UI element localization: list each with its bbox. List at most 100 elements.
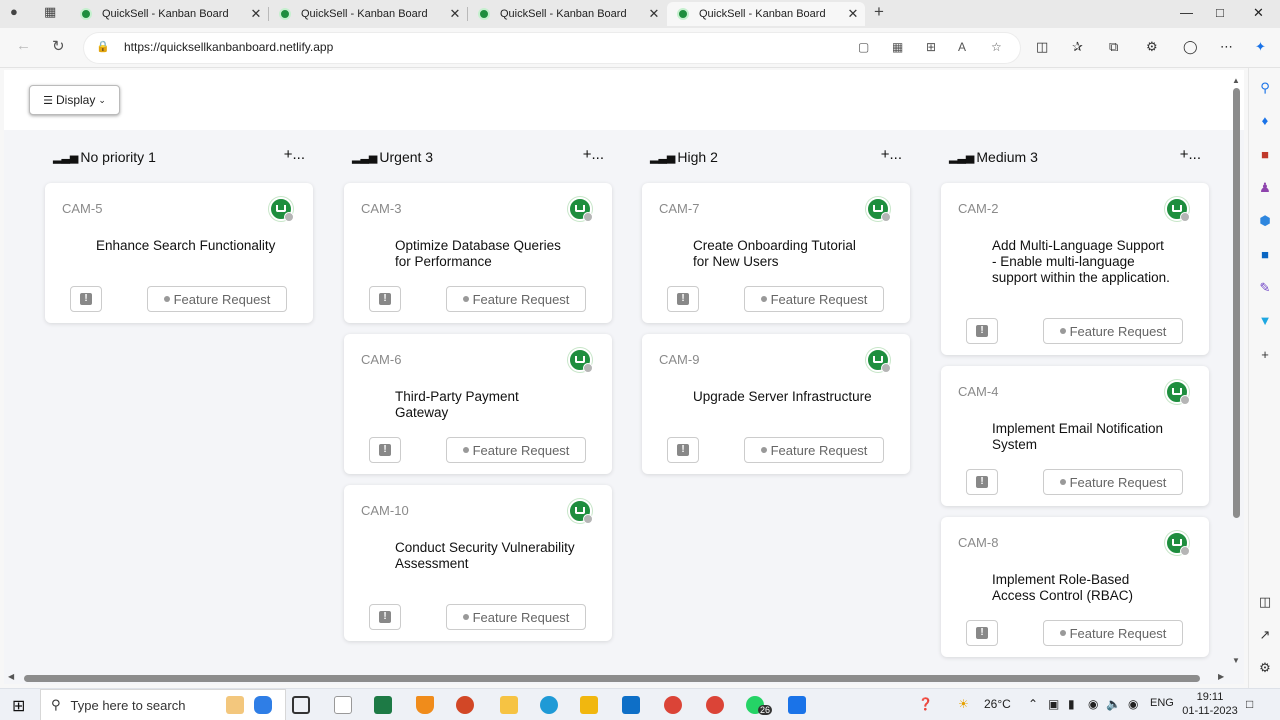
chevron-up-icon[interactable]: ⌃ [1028,697,1038,711]
explorer-icon[interactable] [500,696,518,714]
powerpoint-icon[interactable] [456,696,474,714]
browser-tab[interactable]: QuickSell - Kanban Board ✕ [269,2,467,26]
tab-close-icon[interactable]: ✕ [248,6,264,22]
excel-icon[interactable] [374,696,392,714]
favorite-star-icon[interactable]: ☆ [991,40,1002,54]
taskbar-search-box[interactable]: ⚲ Type here to search [40,689,286,720]
split-screen-icon[interactable]: ◫ [1036,39,1048,55]
tab-close-icon[interactable]: ✕ [447,6,463,22]
tools-icon[interactable]: ■ [1257,147,1273,163]
ticket-card[interactable]: CAM-2 Add Multi-Language Support - Enabl… [941,183,1209,355]
collections-icon[interactable]: ⧉ [1109,39,1118,55]
widget-icon[interactable] [254,696,272,714]
favorites-icon[interactable]: ✰ [1072,39,1083,55]
ticket-card[interactable]: CAM-3 Optimize Database Queries for Perf… [344,183,612,323]
back-icon[interactable]: ← [16,37,31,54]
qr-code-icon[interactable]: ▦ [892,40,903,54]
add-sidebar-app-icon[interactable]: + [1257,347,1273,363]
volume-icon[interactable]: 🔈 [1106,697,1121,711]
add-card-button[interactable]: +... [1180,146,1201,163]
edge-icon[interactable] [540,696,558,714]
site-favicon-icon [677,8,689,20]
ticket-title: Upgrade Server Infrastructure [693,389,872,404]
url-text[interactable]: https://quicksellkanbanboard.netlify.app [124,40,333,54]
notification-icon[interactable]: □ [1246,697,1253,711]
maximize-icon[interactable]: □ [1216,5,1224,20]
immersive-reader-icon[interactable]: A [958,40,966,54]
tab-close-icon[interactable]: ✕ [845,6,861,22]
tab-actions-icon[interactable]: ▦ [44,4,56,20]
microsoft-365-icon[interactable]: ⬢ [1257,213,1273,229]
shopping-tag-icon[interactable]: ♦ [1257,113,1273,129]
add-card-button[interactable]: +... [881,146,902,163]
outlook-icon[interactable]: ■ [1257,247,1273,263]
read-aloud-icon[interactable]: ▢ [858,40,869,54]
vertical-scrollbar[interactable]: ▲ ▼ [1230,74,1244,670]
browser-tab-active[interactable]: QuickSell - Kanban Board ✕ [667,2,865,26]
ticket-card[interactable]: CAM-9 Upgrade Server Infrastructure ! Fe… [642,334,910,474]
taskbar-clock[interactable]: 19:11 01-11-2023 [1180,690,1240,718]
news-widget-icon[interactable] [226,696,244,714]
ticket-card[interactable]: CAM-7 Create Onboarding Tutorial for New… [642,183,910,323]
scroll-down-icon[interactable]: ▼ [1232,656,1240,665]
file-icon[interactable] [334,696,352,714]
file-explorer-icon[interactable] [580,696,598,714]
vscode-icon[interactable] [622,696,640,714]
profile-icon[interactable]: ● [10,4,18,19]
refresh-icon[interactable]: ↻ [52,37,65,55]
settings-more-icon[interactable]: ⋯ [1220,39,1233,55]
browser-tab[interactable]: QuickSell - Kanban Board ✕ [468,2,666,26]
sidebar-settings-icon[interactable]: ⚙ [1257,660,1273,676]
ticket-card[interactable]: CAM-6 Third-Party Payment Gateway ! Feat… [344,334,612,474]
display-button[interactable]: ☰ Display ⌄ [29,85,120,115]
active-app-icon[interactable] [788,696,806,714]
more-options-icon[interactable]: ... [889,146,902,163]
vlc-icon[interactable] [416,696,434,714]
browser-essentials-icon[interactable]: ◯ [1183,39,1198,55]
priority-icon: ! [369,437,401,463]
more-options-icon[interactable]: ... [591,146,604,163]
more-options-icon[interactable]: ... [1188,146,1201,163]
language-indicator[interactable]: ENG [1150,697,1174,709]
add-card-button[interactable]: +... [284,146,305,163]
battery-icon[interactable]: ▮ [1068,697,1075,711]
task-view-icon[interactable] [292,696,310,714]
browser-tab[interactable]: QuickSell - Kanban Board ✕ [70,2,268,26]
vertical-scroll-thumb[interactable] [1233,88,1240,518]
chrome-profile-icon[interactable] [706,696,724,714]
ticket-card[interactable]: CAM-5 Enhance Search Functionality ! Fea… [45,183,313,323]
scroll-right-icon[interactable]: ▶ [1218,672,1224,681]
horizontal-scroll-thumb[interactable] [24,675,1200,682]
extensions-icon[interactable]: ⚙ [1146,39,1158,55]
help-icon[interactable]: ❓ [918,697,933,711]
ticket-card[interactable]: CAM-10 Conduct Security Vulnerability As… [344,485,612,641]
copilot-icon[interactable]: ✦ [1255,39,1266,55]
weather-icon[interactable]: ☀ [958,697,969,711]
more-options-icon[interactable]: ... [292,146,305,163]
weather-temp[interactable]: 26°C [984,697,1011,711]
chrome-icon[interactable] [664,696,682,714]
games-icon[interactable]: ♟ [1257,180,1273,196]
network-icon[interactable]: ◉ [1088,697,1098,711]
open-external-icon[interactable]: ↗ [1257,627,1273,643]
designer-icon[interactable]: ✎ [1257,280,1273,296]
sidebar-layout-icon[interactable]: ◫ [1257,594,1273,610]
windows-start-icon[interactable]: ⊞ [12,696,25,716]
search-icon[interactable]: ⚲ [1257,80,1273,96]
horizontal-scrollbar[interactable]: ◀ ▶ [4,672,1230,684]
close-window-icon[interactable]: ✕ [1253,5,1264,21]
add-card-button[interactable]: +... [583,146,604,163]
scroll-up-icon[interactable]: ▲ [1232,76,1240,85]
new-tab-button[interactable]: + [874,2,884,22]
apps-icon[interactable]: ⊞ [926,40,936,54]
lock-icon[interactable]: 🔒 [96,40,110,53]
tray-icon[interactable]: ▣ [1048,697,1059,711]
scroll-left-icon[interactable]: ◀ [8,672,14,681]
minimize-icon[interactable]: — [1180,5,1193,20]
ticket-card[interactable]: CAM-4 Implement Email Notification Syste… [941,366,1209,506]
address-bar[interactable]: 🔒 https://quicksellkanbanboard.netlify.a… [84,33,1020,63]
tab-close-icon[interactable]: ✕ [646,6,662,22]
ticket-card[interactable]: CAM-8 Implement Role-Based Access Contro… [941,517,1209,657]
wifi-icon[interactable]: ◉ [1128,697,1138,711]
drop-icon[interactable]: ▼ [1257,313,1273,329]
